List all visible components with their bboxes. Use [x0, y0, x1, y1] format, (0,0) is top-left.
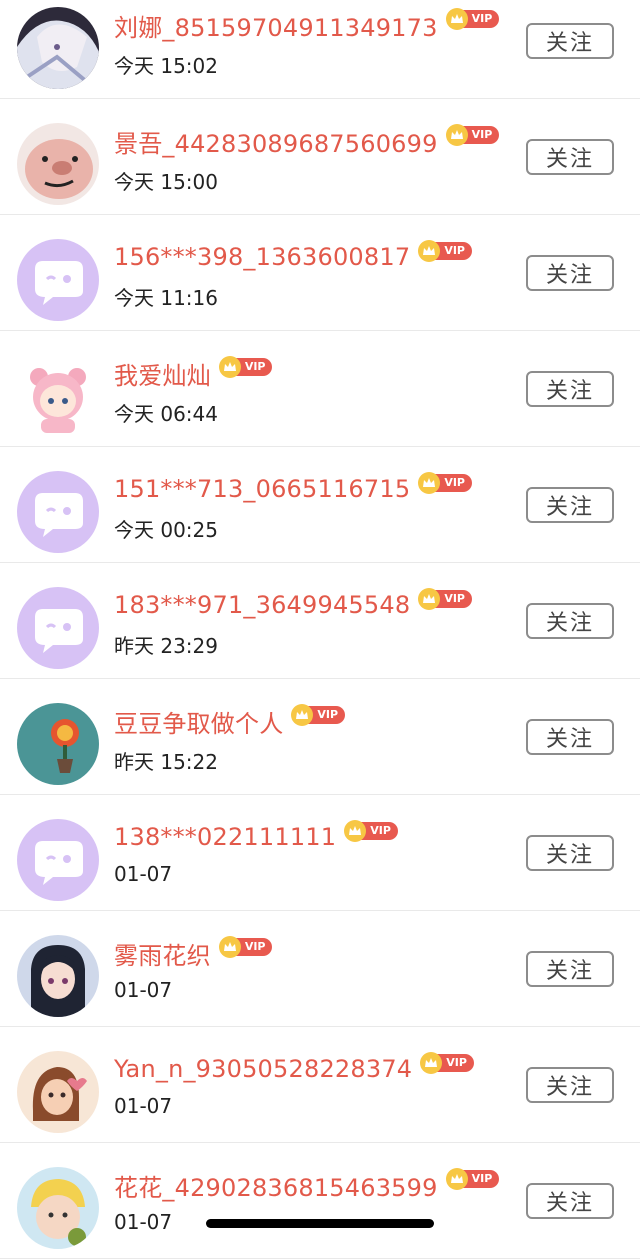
- crown-icon: [418, 240, 441, 262]
- timestamp: 今天 15:00: [114, 170, 218, 194]
- baby-photo-icon: [17, 1167, 99, 1249]
- timestamp: 今天 00:25: [114, 518, 218, 542]
- vip-badge: VIP: [344, 820, 398, 842]
- follow-button[interactable]: 关注: [526, 255, 614, 291]
- crown-icon: [218, 936, 241, 958]
- flower-pot-icon: [17, 703, 99, 785]
- anime-portrait-icon: [17, 7, 99, 89]
- username[interactable]: 我爱灿灿: [114, 356, 211, 391]
- timestamp: 01-07: [114, 978, 173, 1002]
- vip-badge: VIP: [418, 240, 472, 262]
- cartoon-bear-hood-icon: [17, 355, 99, 437]
- vip-badge: VIP: [445, 8, 500, 30]
- username[interactable]: 雾雨花织: [114, 936, 211, 971]
- timestamp: 今天 06:44: [114, 402, 218, 426]
- chat-bubble-icon: [17, 471, 99, 553]
- crown-icon: [445, 124, 468, 146]
- crown-icon: [218, 356, 241, 378]
- crown-icon: [420, 1052, 443, 1074]
- timestamp: 今天 15:02: [114, 54, 218, 78]
- timestamp: 01-07: [114, 1210, 173, 1234]
- follow-button[interactable]: 关注: [526, 1183, 614, 1219]
- follow-button[interactable]: 关注: [526, 487, 614, 523]
- avatar[interactable]: [17, 935, 99, 1017]
- avatar[interactable]: [17, 7, 99, 89]
- username[interactable]: 刘娜_85159704911349173: [114, 8, 438, 43]
- follower-list: 刘娜_85159704911349173 VIP 今天 15:02 关注 景吾_…: [0, 0, 640, 1259]
- avatar[interactable]: [17, 471, 99, 553]
- crown-icon: [418, 472, 441, 494]
- vip-badge: VIP: [445, 124, 500, 146]
- list-item[interactable]: 刘娜_85159704911349173 VIP 今天 15:02 关注: [0, 0, 640, 99]
- follow-button[interactable]: 关注: [526, 23, 614, 59]
- avatar[interactable]: [17, 239, 99, 321]
- avatar[interactable]: [17, 819, 99, 901]
- username[interactable]: 豆豆争取做个人: [114, 704, 283, 739]
- cartoon-girl-icon: [17, 1051, 99, 1133]
- vip-badge: VIP: [291, 704, 346, 726]
- vip-badge: VIP: [420, 1052, 474, 1074]
- list-item[interactable]: 景吾_44283089687560699 VIP 今天 15:00 关注: [0, 99, 640, 215]
- list-item[interactable]: 183***971_3649945548 VIP 昨天 23:29 关注: [0, 563, 640, 679]
- pig-toy-icon: [17, 123, 99, 205]
- avatar[interactable]: [17, 703, 99, 785]
- follow-button[interactable]: 关注: [526, 139, 614, 175]
- crown-icon: [291, 704, 314, 726]
- timestamp: 昨天 23:29: [114, 634, 218, 658]
- list-item[interactable]: 豆豆争取做个人 VIP 昨天 15:22 关注: [0, 679, 640, 795]
- avatar[interactable]: [17, 1167, 99, 1249]
- anime-girl-icon: [17, 935, 99, 1017]
- timestamp: 01-07: [114, 862, 173, 886]
- crown-icon: [445, 1168, 468, 1190]
- follow-button[interactable]: 关注: [526, 719, 614, 755]
- follow-button[interactable]: 关注: [526, 371, 614, 407]
- username[interactable]: 138***022111111: [114, 823, 336, 851]
- chat-bubble-icon: [17, 239, 99, 321]
- chat-bubble-icon: [17, 819, 99, 901]
- crown-icon: [445, 8, 468, 30]
- vip-badge: VIP: [418, 472, 472, 494]
- username[interactable]: 183***971_3649945548: [114, 591, 410, 619]
- list-item[interactable]: Yan_n_93050528228374 VIP 01-07 关注: [0, 1027, 640, 1143]
- timestamp: 01-07: [114, 1094, 173, 1118]
- timestamp: 今天 11:16: [114, 286, 218, 310]
- list-item[interactable]: 151***713_0665116715 VIP 今天 00:25 关注: [0, 447, 640, 563]
- username[interactable]: 景吾_44283089687560699: [114, 124, 438, 159]
- follow-button[interactable]: 关注: [526, 603, 614, 639]
- avatar[interactable]: [17, 587, 99, 669]
- avatar[interactable]: [17, 123, 99, 205]
- vip-badge: VIP: [445, 1168, 500, 1190]
- vip-badge: VIP: [418, 588, 472, 610]
- chat-bubble-icon: [17, 587, 99, 669]
- crown-icon: [344, 820, 367, 842]
- crown-icon: [418, 588, 441, 610]
- home-indicator[interactable]: [206, 1219, 434, 1228]
- list-item[interactable]: 雾雨花织 VIP 01-07 关注: [0, 911, 640, 1027]
- follow-button[interactable]: 关注: [526, 835, 614, 871]
- avatar[interactable]: [17, 1051, 99, 1133]
- username[interactable]: Yan_n_93050528228374: [114, 1055, 412, 1083]
- list-item[interactable]: 我爱灿灿 VIP 今天 06:44 关注: [0, 331, 640, 447]
- username[interactable]: 156***398_1363600817: [114, 243, 410, 271]
- list-item[interactable]: 138***022111111 VIP 01-07 关注: [0, 795, 640, 911]
- list-item[interactable]: 156***398_1363600817 VIP 今天 11:16 关注: [0, 215, 640, 331]
- timestamp: 昨天 15:22: [114, 750, 218, 774]
- username[interactable]: 151***713_0665116715: [114, 475, 410, 503]
- list-item[interactable]: 花花_42902836815463599 VIP 01-07 关注: [0, 1143, 640, 1259]
- follow-button[interactable]: 关注: [526, 1067, 614, 1103]
- username[interactable]: 花花_42902836815463599: [114, 1168, 438, 1203]
- vip-badge: VIP: [218, 356, 273, 378]
- vip-badge: VIP: [218, 936, 273, 958]
- follow-button[interactable]: 关注: [526, 951, 614, 987]
- avatar[interactable]: [17, 355, 99, 437]
